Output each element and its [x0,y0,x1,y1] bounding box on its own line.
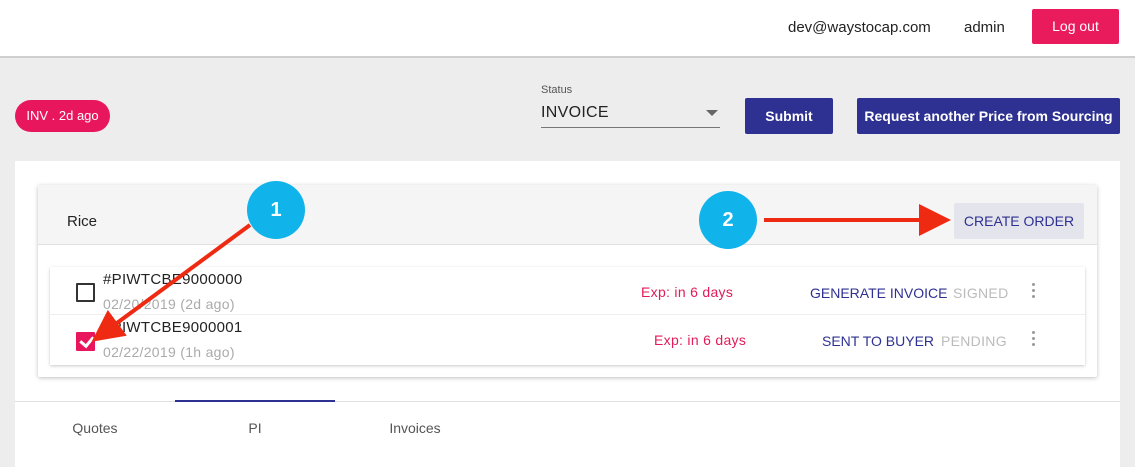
sent-to-buyer-link[interactable]: SENT TO BUYER [822,333,934,349]
top-bar: dev@waystocap.com admin Log out [0,0,1135,58]
list-item: #PIWTCBE9000000 02/20/2019 (2d ago) Exp:… [50,267,1085,315]
pi-code: #PIWTCBE9000001 [103,319,243,336]
tab-quotes[interactable]: Quotes [15,420,175,436]
active-tab-indicator [175,400,335,402]
main-panel: Rice CREATE ORDER #PIWTCBE9000000 02/20/… [15,161,1120,467]
select-underline [541,127,720,128]
expiry-text: Exp: in 6 days [654,332,747,348]
row-status: SIGNED [953,285,1009,301]
pi-date: 02/22/2019 (1h ago) [103,344,235,360]
generate-invoice-link[interactable]: GENERATE INVOICE [810,285,947,301]
pi-code: #PIWTCBE9000000 [103,271,243,288]
product-card: Rice CREATE ORDER #PIWTCBE9000000 02/20/… [38,185,1097,377]
create-order-button[interactable]: CREATE ORDER [954,203,1084,239]
dropdown-caret-icon [706,110,718,116]
pi-list: #PIWTCBE9000000 02/20/2019 (2d ago) Exp:… [50,267,1085,365]
status-select[interactable]: Status INVOICE [541,82,720,128]
checkmark-icon [79,332,95,349]
more-options-icon[interactable] [1032,283,1036,299]
submit-button[interactable]: Submit [745,98,833,134]
card-title: Rice [67,213,98,230]
list-item: #PIWTCBE9000001 02/22/2019 (1h ago) Exp:… [50,315,1085,363]
row-checkbox[interactable] [76,283,95,302]
callout-1: 1 [247,181,305,239]
callout-2: 2 [699,191,757,249]
user-email: dev@waystocap.com [788,19,931,36]
row-status: PENDING [941,333,1007,349]
expiry-text: Exp: in 6 days [641,284,734,300]
logout-button[interactable]: Log out [1032,9,1119,44]
user-role: admin [964,19,1005,36]
card-header: Rice CREATE ORDER [38,185,1097,245]
tab-invoices[interactable]: Invoices [335,420,495,436]
status-label: Status [541,84,573,96]
status-value: INVOICE [541,104,609,121]
pi-date: 02/20/2019 (2d ago) [103,296,235,312]
tab-bar: Quotes PI Invoices [15,400,1120,467]
more-options-icon[interactable] [1032,331,1036,347]
request-price-button[interactable]: Request another Price from Sourcing [857,98,1120,134]
row-checkbox[interactable] [76,332,95,351]
tab-pi[interactable]: PI [175,420,335,436]
status-badge: INV . 2d ago [15,100,110,132]
